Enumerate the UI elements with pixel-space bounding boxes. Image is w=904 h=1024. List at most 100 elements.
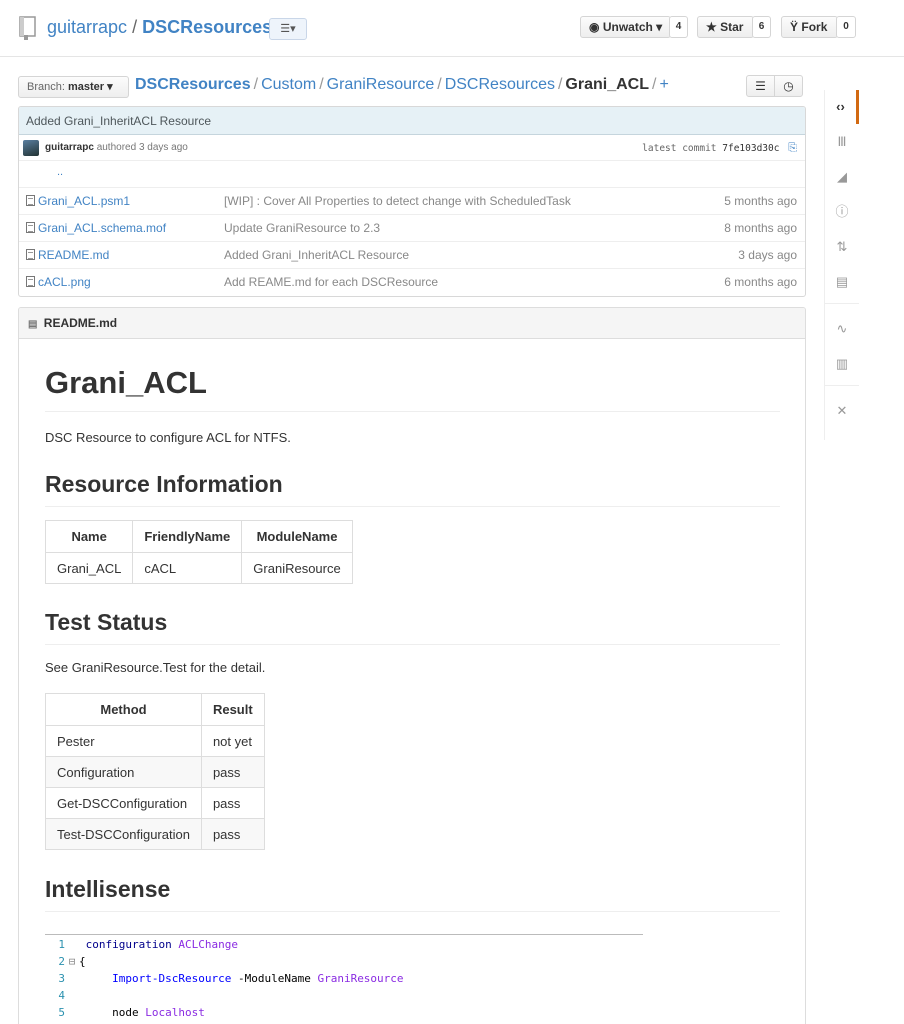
sidebar-item-pulse[interactable]: ◢ [825, 160, 859, 194]
star-label: Star [720, 20, 744, 34]
new-file-link[interactable]: + [659, 76, 668, 93]
file-link[interactable]: Grani_ACL.psm1 [26, 188, 130, 215]
sidebar-item-pull-requests[interactable]: ⇅ [825, 230, 859, 264]
history-button[interactable]: ◷ [774, 75, 803, 97]
line-number: 2 [58, 955, 65, 968]
table-row: Grani_ACL.schema.mof Update GraniResourc… [19, 214, 805, 241]
clock-icon: ◷ [783, 79, 794, 93]
table-cell: Grani_ACL [44, 552, 134, 584]
eye-icon: ◉ [589, 20, 600, 34]
sidebar-item-issue-opened[interactable]: ⓘ [825, 195, 859, 229]
code-name: ACLChange [178, 938, 238, 951]
intellisense-screenshot: 1 configuration ACLChange 2 ⊟{ 3 Import-D… [45, 926, 645, 1024]
star-button[interactable]: ★ Star [697, 16, 754, 38]
branch-name: master ▾ [67, 81, 113, 93]
file-commit-message[interactable]: Added Grani_InheritACL Resource [224, 242, 409, 269]
pulse-icon: ◢ [837, 169, 847, 184]
divider [45, 644, 780, 645]
code-command: Import-DscResource [112, 972, 232, 985]
watch-count[interactable]: 4 [669, 16, 688, 38]
breadcrumb-sep: / [557, 76, 563, 93]
table-cell: pass [200, 756, 265, 788]
file-age: 6 months ago [724, 275, 797, 289]
avatar[interactable] [23, 140, 39, 156]
pull-request-icon: ⇅ [836, 239, 848, 254]
table-header: FriendlyName [132, 520, 243, 553]
line-number: 5 [58, 1006, 65, 1019]
code-line: 3 Import-DscResource -ModuleName GraniRe… [45, 970, 403, 987]
code-line: 5 node Localhost [45, 1004, 204, 1021]
file-link[interactable]: README.md [26, 242, 109, 269]
branch-selector[interactable]: Branch: master ▾ [18, 76, 129, 98]
file-commit-message[interactable]: Update GraniResource to 2.3 [224, 215, 380, 242]
file-commit-message[interactable]: [WIP] : Cover All Properties to detect c… [224, 188, 571, 215]
commit-title[interactable]: Added Grani_InheritACL Resource [19, 107, 805, 135]
sidebar-item-graphs[interactable]: ▥ [825, 347, 859, 381]
file-browser: Added Grani_InheritACL Resource guitarra… [18, 106, 806, 297]
table-header: Name [44, 520, 134, 553]
file-name: Grani_ACL.psm1 [38, 194, 131, 208]
file-link[interactable]: cACL.png [26, 269, 91, 296]
repo-menu-button[interactable]: ☰▾ [269, 18, 307, 40]
table-row: Pester not yet [45, 725, 265, 757]
fold-icon: ⊟ [68, 955, 76, 968]
clipboard-icon[interactable]: ⎘ [788, 141, 797, 154]
code-line: 1 configuration ACLChange [45, 936, 238, 953]
star-count[interactable]: 6 [752, 16, 771, 38]
issues-icon: Ⅲ [837, 134, 847, 149]
breadcrumb-graniresource[interactable]: GraniResource [327, 76, 435, 93]
table-header-row: Method Result [45, 693, 265, 726]
section-heading: Test Status [45, 609, 168, 635]
list-icon: ☰ [755, 79, 766, 93]
commit-authored: authored 3 days ago [96, 142, 188, 153]
repo-name-link[interactable]: DSCResources [142, 17, 272, 37]
sidebar-item-code[interactable]: ‹› [825, 90, 859, 124]
table-cell: pass [200, 818, 265, 850]
divider [825, 385, 859, 386]
repo-title: guitarrapc / DSCResources [47, 17, 272, 38]
wiki-icon: ▤ [835, 274, 849, 289]
file-icon [26, 222, 35, 233]
table-row: Grani_ACL.psm1 [WIP] : Cover All Propert… [19, 187, 805, 214]
sha-link[interactable]: 7fe103d30c [722, 143, 779, 154]
sidebar-item-issues[interactable]: Ⅲ [825, 125, 859, 159]
fork-button[interactable]: Ÿ Fork [781, 16, 838, 38]
divider [45, 506, 780, 507]
breadcrumb-root[interactable]: DSCResources [135, 76, 251, 93]
section-heading: Intellisense [45, 876, 171, 902]
list-view-button[interactable]: ☰ [746, 75, 775, 97]
code-keyword: node [112, 1006, 139, 1019]
code-parameter: -ModuleName [237, 972, 311, 985]
code-brace: { [79, 955, 86, 968]
parent-directory-link[interactable]: .. [19, 161, 805, 187]
book-icon: ▤ [28, 319, 38, 330]
breadcrumb-custom[interactable]: Custom [261, 76, 316, 93]
sidebar-item-activity[interactable]: ∿ [825, 312, 859, 346]
repo-owner-link[interactable]: guitarrapc [47, 17, 127, 37]
graph-icon: ▥ [835, 356, 849, 371]
breadcrumb-dscresources[interactable]: DSCResources [445, 76, 555, 93]
unwatch-label: Unwatch ▾ [602, 20, 663, 34]
sidebar-item-settings[interactable]: ✕ [825, 394, 859, 428]
test-status-table: Method Result Pester not yet Configurati… [45, 693, 265, 850]
table-cell: GraniResource [241, 552, 353, 584]
table-cell: pass [200, 787, 265, 819]
commit-author[interactable]: guitarrapc [45, 142, 94, 153]
fork-count[interactable]: 0 [836, 16, 856, 38]
unwatch-button[interactable]: ◉ Unwatch ▾ [580, 16, 671, 38]
breadcrumb-current: Grani_ACL [565, 76, 649, 93]
divider [45, 411, 780, 412]
file-icon [26, 249, 35, 260]
breadcrumb-sep: / [319, 76, 324, 93]
table-cell: Configuration [45, 756, 202, 788]
table-header: Method [45, 693, 202, 726]
readme-header: ▤ README.md [19, 308, 805, 339]
file-commit-message[interactable]: Add REAME.md for each DSCResource [224, 269, 438, 296]
code-line: 2 ⊟{ [45, 953, 86, 970]
code-keyword: configuration [85, 938, 172, 951]
divider [45, 934, 643, 935]
file-link[interactable]: Grani_ACL.schema.mof [26, 215, 166, 242]
table-header-row: Name FriendlyName ModuleName [44, 520, 353, 553]
sidebar-item-wiki[interactable]: ▤ [825, 265, 859, 299]
table-row: cACL.png Add REAME.md for each DSCResour… [19, 268, 805, 295]
